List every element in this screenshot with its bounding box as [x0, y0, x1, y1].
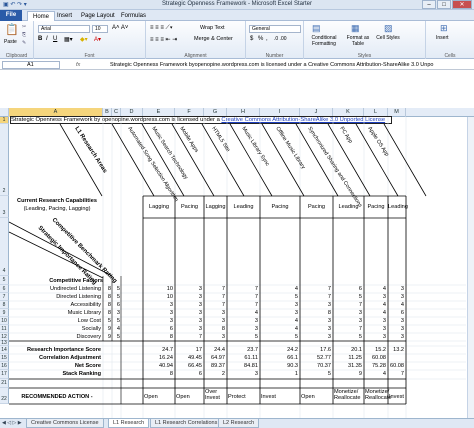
diag-header-4: HTML5 Site [210, 126, 231, 153]
sheet-lines: L1 Research Areas Automated Song Selectio… [8, 117, 466, 418]
diag-header-6: Offline Music Library [274, 126, 306, 171]
diag-header-line [383, 123, 427, 197]
sheet-tab-1[interactable]: L1 Research [108, 419, 150, 428]
sheet-tab-2[interactable]: L1 Research Correlations [150, 419, 223, 428]
sheet-nav-arrows[interactable]: ◀ ◁ ▷ ▶ [2, 420, 22, 426]
sheet-tab-bar: ◀ ◁ ▷ ▶ Creative Commons License L1 Resea… [0, 418, 474, 428]
diag-header-8: PC App [338, 126, 353, 145]
sheet-tab-3[interactable]: L2 Research [218, 419, 260, 428]
excel-window: ▣ ↶ ↷ ▾ Strategic Openness Framework - M… [0, 0, 474, 428]
diag-header-5: Music Library Sync [240, 126, 270, 168]
vertical-scrollbar[interactable] [467, 117, 474, 418]
diag-header-1: Automated Song Selection Algorithm [126, 126, 179, 203]
sheet-tab-0[interactable]: Creative Commons License [26, 419, 104, 428]
diag-header-9: Apple OS App [366, 126, 389, 158]
diag-header-line [201, 123, 245, 197]
